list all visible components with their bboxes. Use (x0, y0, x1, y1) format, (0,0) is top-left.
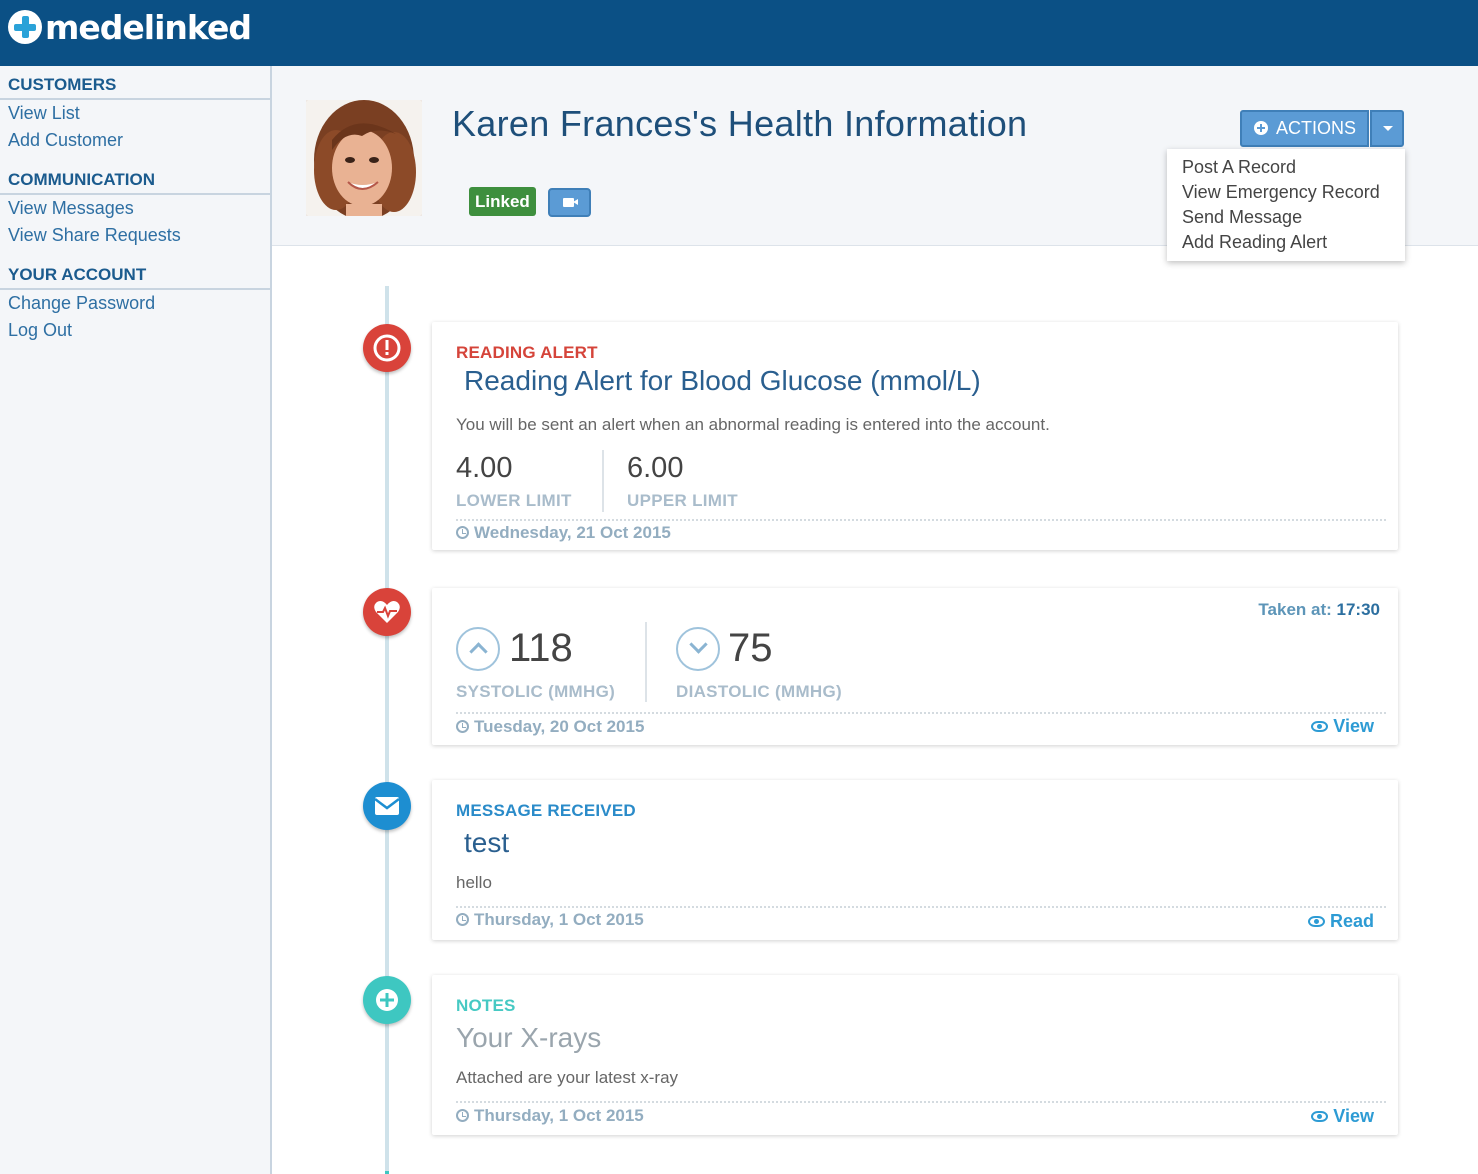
card-body: hello (456, 873, 492, 892)
avatar-photo (306, 100, 422, 216)
card-category: NOTES (456, 996, 516, 1015)
blood-pressure-card: Taken at: 17:30 118 SYSTOLIC (MMHG) 75 D… (432, 588, 1398, 745)
divider (602, 450, 604, 512)
actions-dropdown-toggle[interactable] (1370, 110, 1404, 147)
main-content: Karen Frances's Health Information Linke… (272, 66, 1478, 1174)
brand-logo[interactable]: medelinked (8, 7, 252, 47)
view-label: View (1333, 1106, 1374, 1126)
card-title[interactable]: test (464, 827, 509, 859)
plus-circle-icon (1254, 121, 1268, 135)
sidebar-item-view-share-requests[interactable]: View Share Requests (0, 222, 270, 249)
sidebar-item-add-customer[interactable]: Add Customer (0, 127, 270, 154)
sidebar-item-view-list[interactable]: View List (0, 100, 270, 127)
clock-icon (456, 526, 469, 539)
heart-rate-icon (363, 588, 411, 636)
read-link[interactable]: Read (1307, 911, 1374, 932)
sidebar-item-log-out[interactable]: Log Out (0, 317, 270, 344)
logo-text: medelinked (45, 7, 252, 47)
sidebar-section-communication: COMMUNICATION View Messages View Share R… (0, 161, 270, 249)
clock-icon (456, 1109, 469, 1122)
menu-item-post-record[interactable]: Post A Record (1167, 155, 1405, 180)
plus-circle-icon (363, 976, 411, 1024)
card-title[interactable]: Reading Alert for Blood Glucose (mmol/L) (464, 365, 981, 397)
lower-limit-label: LOWER LIMIT (456, 491, 572, 510)
eye-icon (1307, 916, 1325, 927)
sidebar: CUSTOMERS View List Add Customer COMMUNI… (0, 66, 272, 1174)
date-text: Tuesday, 20 Oct 2015 (474, 717, 645, 736)
divider (456, 906, 1386, 908)
card-category: READING ALERT (456, 343, 598, 362)
arrow-up-circle-icon (456, 627, 500, 671)
lower-limit-value: 4.00 (456, 452, 513, 484)
card-body: Attached are your latest x-ray (456, 1068, 679, 1087)
alert-icon (363, 324, 411, 372)
card-date: Tuesday, 20 Oct 2015 (456, 717, 644, 737)
divider (645, 622, 647, 702)
timeline-line (385, 286, 389, 1174)
sidebar-item-view-messages[interactable]: View Messages (0, 195, 270, 222)
date-text: Thursday, 1 Oct 2015 (474, 1106, 644, 1125)
medical-cross-icon (8, 10, 42, 44)
card-title[interactable]: Your X-rays (456, 1022, 601, 1054)
video-call-button[interactable] (548, 188, 591, 217)
taken-at: Taken at: 17:30 (1258, 600, 1380, 620)
profile-header: Karen Frances's Health Information Linke… (272, 66, 1478, 261)
clock-icon (456, 913, 469, 926)
divider (456, 712, 1386, 714)
arrow-down-circle-icon (676, 627, 720, 671)
video-camera-icon (563, 198, 578, 207)
card-category: MESSAGE RECEIVED (456, 801, 636, 820)
diastolic-label: DIASTOLIC (MMHG) (676, 682, 842, 701)
actions-label: ACTIONS (1276, 118, 1357, 138)
envelope-icon (363, 782, 411, 830)
taken-time: 17:30 (1336, 600, 1380, 619)
taken-label: Taken at: (1258, 600, 1332, 619)
systolic-label: SYSTOLIC (MMHG) (456, 682, 616, 701)
actions-button[interactable]: ACTIONS (1240, 110, 1369, 147)
card-description: You will be sent an alert when an abnorm… (456, 415, 1050, 434)
message-card: MESSAGE RECEIVED test hello Thursday, 1 … (432, 780, 1398, 940)
menu-item-add-reading-alert[interactable]: Add Reading Alert (1167, 230, 1405, 255)
upper-limit-label: UPPER LIMIT (627, 491, 738, 510)
card-date: Thursday, 1 Oct 2015 (456, 910, 644, 930)
systolic-value: 118 (509, 626, 573, 670)
upper-limit-value: 6.00 (627, 452, 684, 484)
page-title: Karen Frances's Health Information (452, 103, 1028, 144)
read-label: Read (1329, 911, 1374, 931)
divider (456, 1101, 1386, 1103)
view-link[interactable]: View (1311, 716, 1374, 737)
sidebar-item-change-password[interactable]: Change Password (0, 290, 270, 317)
reading-alert-card: READING ALERT Reading Alert for Blood Gl… (432, 322, 1398, 550)
actions-dropdown-menu: Post A Record View Emergency Record Send… (1167, 149, 1405, 261)
avatar (306, 100, 422, 216)
sidebar-section-account: YOUR ACCOUNT Change Password Log Out (0, 256, 270, 344)
view-label: View (1333, 716, 1374, 736)
date-text: Wednesday, 21 Oct 2015 (474, 523, 671, 542)
menu-item-view-emergency-record[interactable]: View Emergency Record (1167, 180, 1405, 205)
notes-card: NOTES Your X-rays Attached are your late… (432, 975, 1398, 1135)
view-link[interactable]: View (1311, 1106, 1374, 1127)
sidebar-heading: CUSTOMERS (0, 66, 270, 100)
sidebar-heading: YOUR ACCOUNT (0, 256, 270, 290)
card-date: Wednesday, 21 Oct 2015 (456, 523, 671, 543)
sidebar-section-customers: CUSTOMERS View List Add Customer (0, 66, 270, 154)
date-text: Thursday, 1 Oct 2015 (474, 910, 644, 929)
eye-icon (1311, 1111, 1329, 1122)
diastolic-value: 75 (728, 626, 773, 670)
clock-icon (456, 720, 469, 733)
sidebar-heading: COMMUNICATION (0, 161, 270, 195)
eye-icon (1311, 721, 1329, 732)
card-date: Thursday, 1 Oct 2015 (456, 1106, 644, 1126)
menu-item-send-message[interactable]: Send Message (1167, 205, 1405, 230)
linked-status-badge: Linked (469, 187, 536, 216)
top-navbar: medelinked (0, 0, 1478, 66)
divider (456, 519, 1386, 521)
